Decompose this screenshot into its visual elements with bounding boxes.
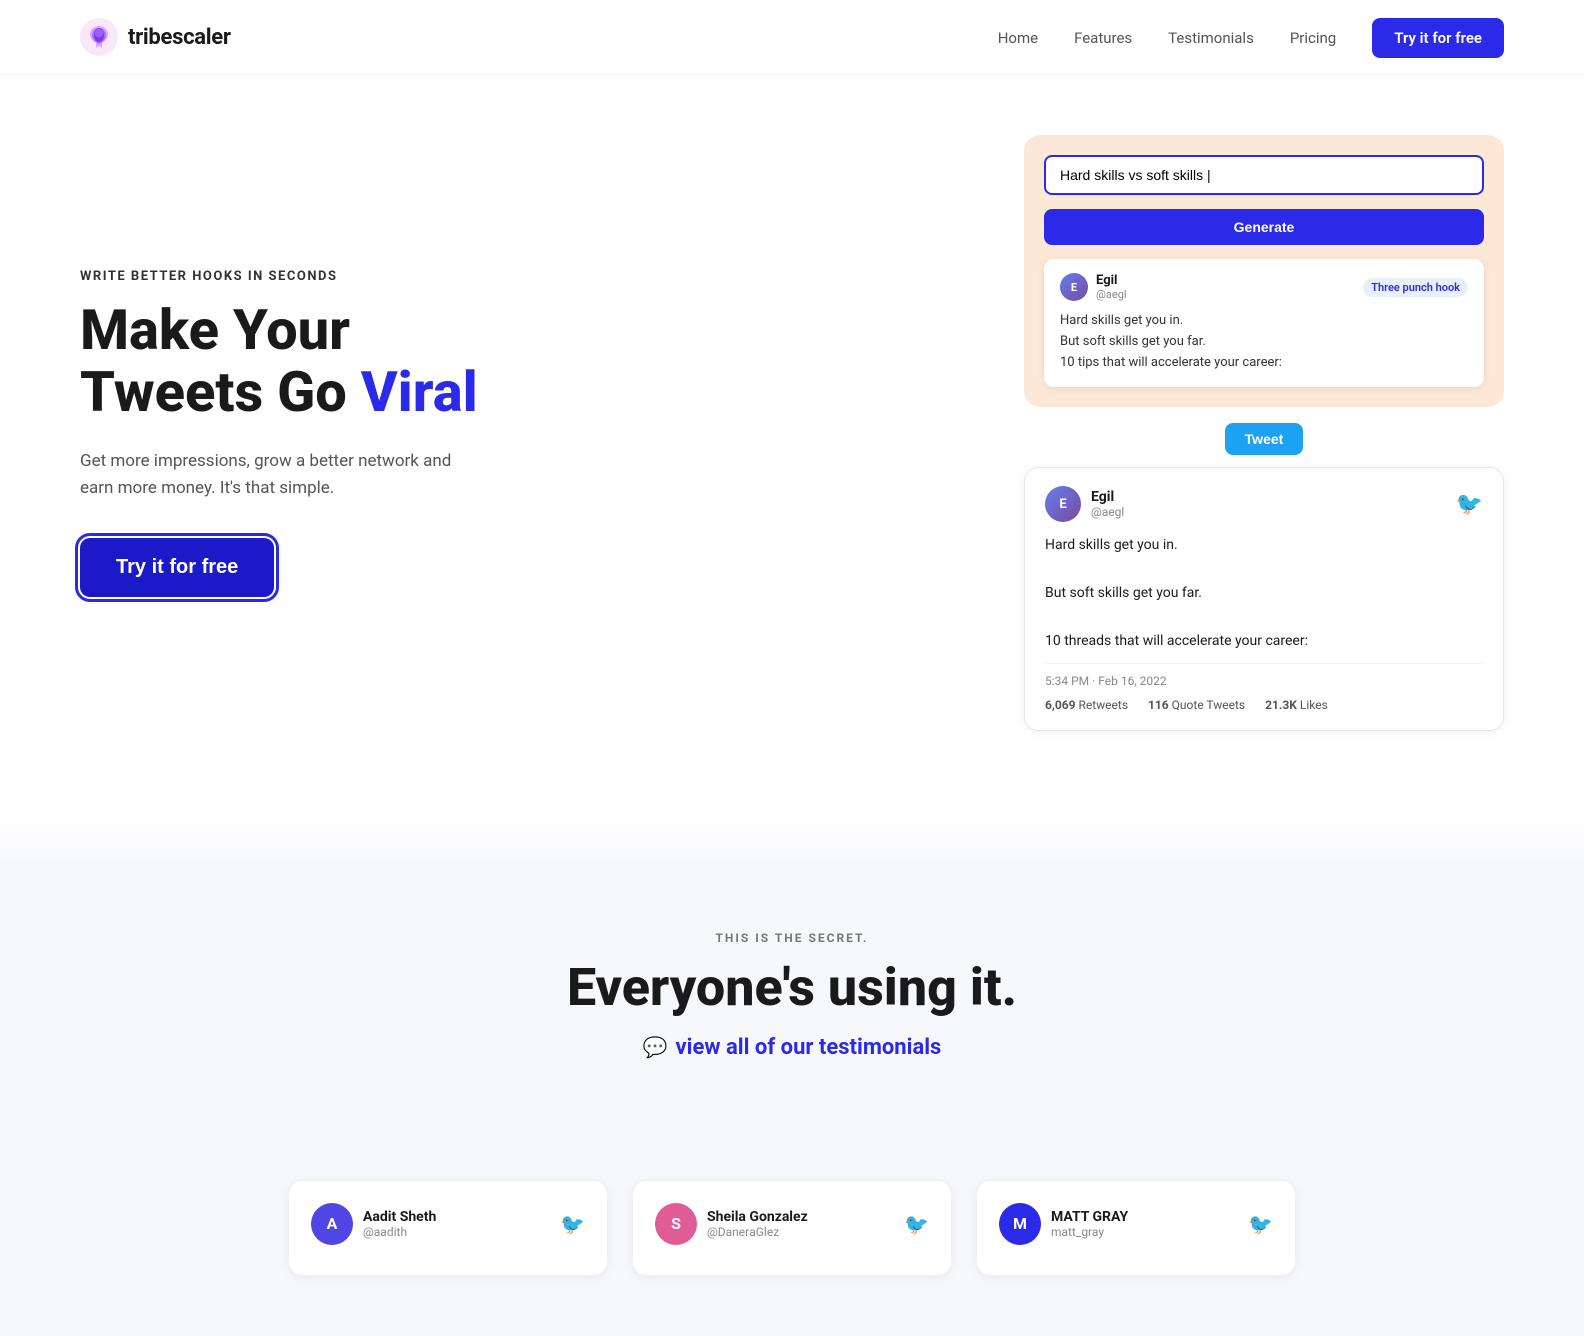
testimonial-card-3: M MATT GRAY matt_gray 🐦 — [976, 1180, 1296, 1276]
testimonials-link-text: view all of our testimonials — [676, 1035, 942, 1060]
hero-title: Make YourTweets Go Viral — [80, 300, 480, 423]
testimonials-link[interactable]: 💬 view all of our testimonials — [643, 1035, 942, 1060]
demo-input[interactable] — [1044, 155, 1484, 195]
tweet-preview: E Egil @aegl 🐦 Hard skills get you in. B… — [1024, 467, 1504, 731]
testimonial-avatar-1: A — [311, 1203, 353, 1245]
nav-testimonials[interactable]: Testimonials — [1168, 29, 1254, 47]
testimonial-handle-1: @aadith — [363, 1225, 436, 1239]
nav-pricing[interactable]: Pricing — [1290, 29, 1336, 47]
tweet-likes: 21.3K Likes — [1265, 698, 1328, 712]
tweet-avatar-row: E Egil @aegl — [1045, 486, 1124, 522]
hero-left: WRITE BETTER HOOKS IN SECONDS Make YourT… — [80, 269, 480, 597]
tweet-name: Egil — [1091, 489, 1124, 505]
tweet-stats: 6,069 Retweets 116 Quote Tweets 21.3K Li… — [1045, 698, 1483, 712]
tweet-quote-tweets: 116 Quote Tweets — [1148, 698, 1245, 712]
tweet-retweets: 6,069 Retweets — [1045, 698, 1128, 712]
tweet-header: E Egil @aegl 🐦 — [1045, 486, 1483, 522]
demo-handle: @aegl — [1096, 288, 1127, 301]
demo-card-header: E Egil @aegl Three punch hook — [1060, 273, 1468, 301]
testimonial-handle-2: @DanerаGlez — [707, 1225, 808, 1239]
testimonial-avatar-3: M — [999, 1203, 1041, 1245]
testimonial-twitter-icon-1: 🐦 — [560, 1212, 585, 1236]
demo-input-row — [1044, 155, 1484, 195]
tweet-avatar: E — [1045, 486, 1081, 522]
twitter-bird-icon: 🐦 — [1456, 492, 1483, 517]
demo-widget: Generate E Egil @aegl Three punch hook H… — [1024, 135, 1504, 407]
hero-cta-button[interactable]: Try it for free — [80, 538, 274, 597]
demo-username: Egil — [1096, 273, 1127, 288]
secret-section: THIS IS THE SECRET. Everyone's using it.… — [0, 871, 1584, 1139]
demo-avatar-row: E Egil @aegl — [1060, 273, 1127, 301]
tweet-line-1: Hard skills get you in. — [1045, 534, 1483, 558]
tweet-body: Hard skills get you in. But soft skills … — [1045, 534, 1483, 653]
secret-eyebrow: THIS IS THE SECRET. — [80, 931, 1504, 945]
tweet-button[interactable]: Tweet — [1225, 423, 1304, 455]
section-divider — [0, 811, 1584, 871]
demo-tag: Three punch hook — [1363, 278, 1468, 297]
demo-line-1: Hard skills get you in. — [1060, 311, 1468, 332]
testimonial-name-1: Aadit Sheth — [363, 1209, 436, 1225]
testimonials-preview: A Aadit Sheth @aadith 🐦 S Sheila Gonzale… — [0, 1140, 1584, 1336]
testimonial-twitter-icon-3: 🐦 — [1248, 1212, 1273, 1236]
testimonial-avatar-2: S — [655, 1203, 697, 1245]
testimonial-handle-3: matt_gray — [1051, 1225, 1128, 1239]
nav-home[interactable]: Home — [998, 29, 1038, 47]
testimonial-name-3: MATT GRAY — [1051, 1209, 1128, 1225]
chat-icon: 💬 — [643, 1035, 668, 1059]
nav-features[interactable]: Features — [1074, 29, 1132, 47]
navbar: tribescaler Home Features Testimonials P… — [0, 0, 1584, 75]
demo-card: E Egil @aegl Three punch hook Hard skill… — [1044, 259, 1484, 387]
testimonial-header-1: A Aadit Sheth @aadith 🐦 — [311, 1203, 585, 1245]
testimonial-twitter-icon-2: 🐦 — [904, 1212, 929, 1236]
tweet-user-info: Egil @aegl — [1091, 489, 1124, 519]
demo-line-3: 10 tips that will accelerate your career… — [1060, 353, 1468, 374]
hero-eyebrow: WRITE BETTER HOOKS IN SECONDS — [80, 269, 480, 284]
testimonial-header-2: S Sheila Gonzalez @DanerаGlez 🐦 — [655, 1203, 929, 1245]
hero-title-highlight: Viral — [361, 359, 478, 425]
hero-title-text: Make YourTweets Go — [80, 297, 361, 425]
demo-user-info: Egil @aegl — [1096, 273, 1127, 301]
demo-avatar: E — [1060, 273, 1088, 301]
testimonial-name-2: Sheila Gonzalez — [707, 1209, 808, 1225]
tweet-timestamp: 5:34 PM · Feb 16, 2022 — [1045, 663, 1483, 688]
secret-title: Everyone's using it. — [80, 959, 1504, 1016]
demo-card-text: Hard skills get you in. But soft skills … — [1060, 311, 1468, 373]
hero-section: WRITE BETTER HOOKS IN SECONDS Make YourT… — [0, 75, 1584, 811]
tweet-handle: @aegl — [1091, 505, 1124, 519]
logo-icon — [80, 18, 118, 56]
tweet-line-3: But soft skills get you far. — [1045, 582, 1483, 606]
tweet-line-5: 10 threads that will accelerate your car… — [1045, 630, 1483, 654]
testimonial-card-1: A Aadit Sheth @aadith 🐦 — [288, 1180, 608, 1276]
hero-right: Generate E Egil @aegl Three punch hook H… — [1024, 135, 1504, 731]
logo-text: tribescaler — [128, 25, 231, 50]
logo[interactable]: tribescaler — [80, 18, 231, 56]
testimonial-card-2: S Sheila Gonzalez @DanerаGlez 🐦 — [632, 1180, 952, 1276]
demo-generate-button[interactable]: Generate — [1044, 209, 1484, 245]
nav-links: Home Features Testimonials Pricing Try i… — [998, 28, 1504, 47]
demo-line-2: But soft skills get you far. — [1060, 332, 1468, 353]
nav-cta-button[interactable]: Try it for free — [1372, 18, 1504, 58]
hero-subtitle: Get more impressions, grow a better netw… — [80, 448, 480, 502]
testimonial-header-3: M MATT GRAY matt_gray 🐦 — [999, 1203, 1273, 1245]
